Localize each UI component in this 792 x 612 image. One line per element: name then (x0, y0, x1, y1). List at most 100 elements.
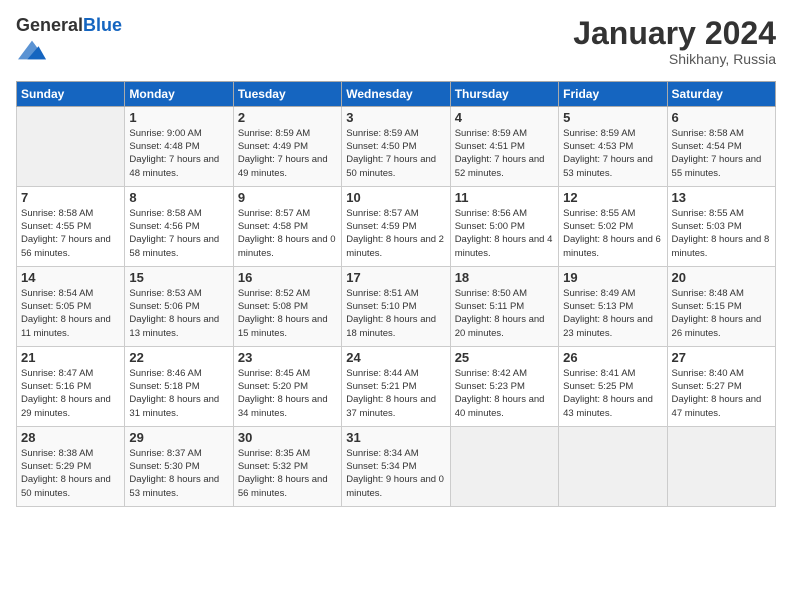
calendar-table: SundayMondayTuesdayWednesdayThursdayFrid… (16, 81, 776, 507)
day-number: 19 (563, 270, 662, 285)
day-number: 22 (129, 350, 228, 365)
title-block: January 2024 Shikhany, Russia (573, 16, 776, 67)
week-row-4: 28 Sunrise: 8:38 AMSunset: 5:29 PMDayligh… (17, 426, 776, 506)
day-info: Sunrise: 8:54 AMSunset: 5:05 PMDaylight:… (21, 288, 111, 339)
month-title: January 2024 (573, 16, 776, 51)
day-number: 31 (346, 430, 445, 445)
day-info: Sunrise: 8:49 AMSunset: 5:13 PMDaylight:… (563, 288, 653, 339)
day-info: Sunrise: 8:57 AMSunset: 4:58 PMDaylight:… (238, 208, 336, 259)
column-header-wednesday: Wednesday (342, 81, 450, 106)
header: GeneralBlue January 2024 Shikhany, Russi… (16, 16, 776, 69)
day-number: 18 (455, 270, 554, 285)
day-number: 10 (346, 190, 445, 205)
week-row-3: 21 Sunrise: 8:47 AMSunset: 5:16 PMDayligh… (17, 346, 776, 426)
day-info: Sunrise: 8:56 AMSunset: 5:00 PMDaylight:… (455, 208, 553, 259)
column-header-monday: Monday (125, 81, 233, 106)
day-info: Sunrise: 8:59 AMSunset: 4:53 PMDaylight:… (563, 128, 653, 179)
day-number: 20 (672, 270, 771, 285)
day-cell: 9 Sunrise: 8:57 AMSunset: 4:58 PMDaylight… (233, 186, 341, 266)
day-info: Sunrise: 8:55 AMSunset: 5:03 PMDaylight:… (672, 208, 770, 259)
day-cell: 24 Sunrise: 8:44 AMSunset: 5:21 PMDayligh… (342, 346, 450, 426)
day-number: 16 (238, 270, 337, 285)
logo-blue-text: Blue (83, 15, 122, 35)
logo: GeneralBlue (16, 16, 122, 69)
day-number: 26 (563, 350, 662, 365)
day-cell (667, 426, 775, 506)
day-info: Sunrise: 8:55 AMSunset: 5:02 PMDaylight:… (563, 208, 661, 259)
day-number: 30 (238, 430, 337, 445)
day-number: 13 (672, 190, 771, 205)
day-cell: 25Sunrise: 8:42 AMSunset: 5:23 PMDayligh… (450, 346, 558, 426)
day-info: Sunrise: 8:50 AMSunset: 5:11 PMDaylight:… (455, 288, 545, 339)
day-number: 5 (563, 110, 662, 125)
day-cell: 29 Sunrise: 8:37 AMSunset: 5:30 PMDayligh… (125, 426, 233, 506)
day-info: Sunrise: 8:47 AMSunset: 5:16 PMDaylight:… (21, 368, 111, 419)
day-info: Sunrise: 9:00 AMSunset: 4:48 PMDaylight:… (129, 128, 219, 179)
day-cell: 20Sunrise: 8:48 AMSunset: 5:15 PMDayligh… (667, 266, 775, 346)
day-cell: 12 Sunrise: 8:55 AMSunset: 5:02 PMDayligh… (559, 186, 667, 266)
day-cell: 21 Sunrise: 8:47 AMSunset: 5:16 PMDayligh… (17, 346, 125, 426)
day-number: 2 (238, 110, 337, 125)
day-info: Sunrise: 8:37 AMSunset: 5:30 PMDaylight:… (129, 448, 219, 499)
day-number: 7 (21, 190, 120, 205)
day-cell: 27 Sunrise: 8:40 AMSunset: 5:27 PMDayligh… (667, 346, 775, 426)
day-info: Sunrise: 8:59 AMSunset: 4:51 PMDaylight:… (455, 128, 545, 179)
day-info: Sunrise: 8:51 AMSunset: 5:10 PMDaylight:… (346, 288, 436, 339)
day-cell: 2 Sunrise: 8:59 AMSunset: 4:49 PMDaylight… (233, 106, 341, 186)
day-cell (450, 426, 558, 506)
day-cell: 14 Sunrise: 8:54 AMSunset: 5:05 PMDayligh… (17, 266, 125, 346)
day-cell: 4 Sunrise: 8:59 AMSunset: 4:51 PMDaylight… (450, 106, 558, 186)
day-number: 28 (21, 430, 120, 445)
day-cell: 26Sunrise: 8:41 AMSunset: 5:25 PMDayligh… (559, 346, 667, 426)
calendar-body: 1 Sunrise: 9:00 AMSunset: 4:48 PMDaylight… (17, 106, 776, 506)
day-info: Sunrise: 8:59 AMSunset: 4:49 PMDaylight:… (238, 128, 328, 179)
main-container: GeneralBlue January 2024 Shikhany, Russi… (0, 0, 792, 517)
day-info: Sunrise: 8:34 AMSunset: 5:34 PMDaylight:… (346, 448, 444, 499)
day-cell: 30Sunrise: 8:35 AMSunset: 5:32 PMDayligh… (233, 426, 341, 506)
day-info: Sunrise: 8:59 AMSunset: 4:50 PMDaylight:… (346, 128, 436, 179)
day-cell: 18 Sunrise: 8:50 AMSunset: 5:11 PMDayligh… (450, 266, 558, 346)
day-number: 8 (129, 190, 228, 205)
calendar-header: SundayMondayTuesdayWednesdayThursdayFrid… (17, 81, 776, 106)
week-row-1: 7Sunrise: 8:58 AMSunset: 4:55 PMDaylight… (17, 186, 776, 266)
day-number: 17 (346, 270, 445, 285)
column-header-saturday: Saturday (667, 81, 775, 106)
day-number: 25 (455, 350, 554, 365)
day-cell: 19 Sunrise: 8:49 AMSunset: 5:13 PMDayligh… (559, 266, 667, 346)
day-info: Sunrise: 8:38 AMSunset: 5:29 PMDaylight:… (21, 448, 111, 499)
week-row-0: 1 Sunrise: 9:00 AMSunset: 4:48 PMDaylight… (17, 106, 776, 186)
day-number: 12 (563, 190, 662, 205)
day-cell: 5 Sunrise: 8:59 AMSunset: 4:53 PMDaylight… (559, 106, 667, 186)
day-number: 24 (346, 350, 445, 365)
day-number: 27 (672, 350, 771, 365)
day-cell: 23 Sunrise: 8:45 AMSunset: 5:20 PMDayligh… (233, 346, 341, 426)
day-cell: 11Sunrise: 8:56 AMSunset: 5:00 PMDayligh… (450, 186, 558, 266)
day-number: 4 (455, 110, 554, 125)
day-info: Sunrise: 8:52 AMSunset: 5:08 PMDaylight:… (238, 288, 328, 339)
day-number: 15 (129, 270, 228, 285)
day-number: 14 (21, 270, 120, 285)
day-number: 23 (238, 350, 337, 365)
day-info: Sunrise: 8:53 AMSunset: 5:06 PMDaylight:… (129, 288, 219, 339)
day-cell (17, 106, 125, 186)
day-info: Sunrise: 8:45 AMSunset: 5:20 PMDaylight:… (238, 368, 328, 419)
day-number: 29 (129, 430, 228, 445)
day-cell: 1 Sunrise: 9:00 AMSunset: 4:48 PMDaylight… (125, 106, 233, 186)
day-cell: 17 Sunrise: 8:51 AMSunset: 5:10 PMDayligh… (342, 266, 450, 346)
week-row-2: 14 Sunrise: 8:54 AMSunset: 5:05 PMDayligh… (17, 266, 776, 346)
day-cell: 13 Sunrise: 8:55 AMSunset: 5:03 PMDayligh… (667, 186, 775, 266)
day-info: Sunrise: 8:57 AMSunset: 4:59 PMDaylight:… (346, 208, 444, 259)
day-number: 21 (21, 350, 120, 365)
day-cell: 16 Sunrise: 8:52 AMSunset: 5:08 PMDayligh… (233, 266, 341, 346)
day-cell: 10 Sunrise: 8:57 AMSunset: 4:59 PMDayligh… (342, 186, 450, 266)
day-info: Sunrise: 8:44 AMSunset: 5:21 PMDaylight:… (346, 368, 436, 419)
column-header-tuesday: Tuesday (233, 81, 341, 106)
day-cell: 31 Sunrise: 8:34 AMSunset: 5:34 PMDayligh… (342, 426, 450, 506)
day-info: Sunrise: 8:40 AMSunset: 5:27 PMDaylight:… (672, 368, 762, 419)
day-number: 6 (672, 110, 771, 125)
location: Shikhany, Russia (573, 51, 776, 67)
day-number: 1 (129, 110, 228, 125)
day-cell: 15 Sunrise: 8:53 AMSunset: 5:06 PMDayligh… (125, 266, 233, 346)
day-number: 9 (238, 190, 337, 205)
day-cell: 28 Sunrise: 8:38 AMSunset: 5:29 PMDayligh… (17, 426, 125, 506)
